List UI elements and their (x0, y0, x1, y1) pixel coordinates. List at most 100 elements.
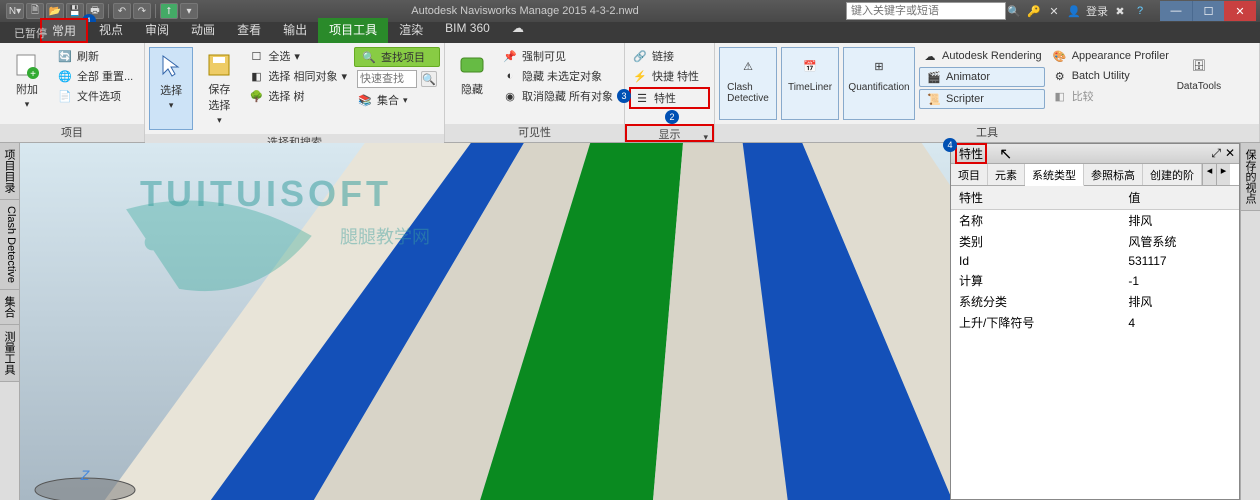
maximize-button[interactable]: ☐ (1192, 1, 1224, 21)
prop-row[interactable]: 上升/下降符号4 (951, 312, 1239, 333)
unhide-icon: ◉ (502, 88, 518, 104)
x-icon[interactable]: ✖ (1112, 3, 1128, 19)
datatools-button[interactable]: 🗄DataTools (1176, 47, 1222, 120)
panel-title-project: 项目 (0, 124, 144, 142)
autodesk-rendering-button[interactable]: ☁Autodesk Rendering (919, 47, 1045, 65)
ribbon-tab-6[interactable]: 项目工具 (318, 18, 388, 43)
find-icon: 🔍 (361, 49, 377, 65)
panel-visibility: 隐藏 📌强制可见 ◐隐藏 未选定对象 ◉取消隐藏 所有对象 可见性 (445, 43, 625, 142)
login-label[interactable]: 登录 (1086, 3, 1108, 19)
new-button[interactable]: 🗎 (26, 3, 44, 19)
app-menu-button[interactable]: N▾ (6, 3, 24, 19)
compare-button[interactable]: ◧比较 (1049, 87, 1172, 105)
prop-tab-nav-0[interactable]: ◂ (1202, 164, 1216, 185)
hide-unsel-icon: ◐ (502, 68, 518, 84)
animator-button[interactable]: 🎬Animator (919, 67, 1045, 87)
quick-find-input[interactable] (357, 70, 417, 88)
quantification-button[interactable]: ⊞Quantification (843, 47, 915, 120)
left-dock-tab-2[interactable]: 集合 (0, 290, 19, 325)
clash-detective-button[interactable]: ⚠Clash Detective (719, 47, 777, 120)
ribbon-tab-8[interactable]: BIM 360 (434, 18, 501, 43)
prop-tab-3[interactable]: 参照标高 (1084, 164, 1143, 185)
redo-button[interactable]: ↷ (133, 3, 151, 19)
selection-tree-button[interactable]: 🌳选择 树 (245, 87, 350, 105)
prop-row[interactable]: 类别风管系统 (951, 231, 1239, 252)
append-button[interactable]: + 附加▾ (4, 47, 50, 120)
badge-2: 2 (665, 110, 679, 124)
select-mode-button[interactable]: ⭡ (160, 3, 178, 19)
ribbon-tab-7[interactable]: 渲染 (388, 18, 434, 43)
panel-title-display: 显示▾ (625, 124, 714, 142)
key-icon[interactable]: 🔑 (1026, 3, 1042, 19)
quick-props-button[interactable]: ⚡快捷 特性 (629, 67, 710, 85)
links-button[interactable]: 🔗链接 (629, 47, 710, 65)
reset-all-button[interactable]: 🌐全部 重置... (54, 67, 136, 85)
properties-button[interactable]: ☰特性 (629, 87, 710, 109)
prop-row[interactable]: 名称排风 (951, 210, 1239, 232)
ribbon-tab-3[interactable]: 动画 (180, 18, 226, 43)
ribbon-tab-2[interactable]: 审阅 (134, 18, 180, 43)
select-same-icon: ◧ (248, 68, 264, 84)
properties-header[interactable]: 特性 ↖ 4 ⤢ ✕ (951, 144, 1239, 164)
infocenter-search[interactable] (846, 2, 1006, 20)
left-dock-tab-1[interactable]: Clash Detective (0, 200, 19, 290)
svg-text:Z: Z (80, 467, 90, 483)
hide-button[interactable]: 隐藏 (449, 47, 495, 120)
help-icon[interactable]: ? (1132, 3, 1148, 19)
file-options-button[interactable]: 📄文件选项 (54, 87, 136, 105)
appearance-icon: 🎨 (1052, 48, 1068, 64)
panel-pin-button[interactable]: ⤢ (1211, 146, 1221, 161)
select-same-button[interactable]: ◧选择 相同对象 ▾ (245, 67, 350, 85)
clash-icon: ⚠ (734, 52, 762, 80)
close-button[interactable]: ✕ (1224, 1, 1256, 21)
svg-text:+: + (30, 69, 36, 79)
ribbon-tab-4[interactable]: 查看 (226, 18, 272, 43)
prop-row[interactable]: Id531117 (951, 252, 1239, 270)
ribbon-tab-5[interactable]: 输出 (272, 18, 318, 43)
ribbon: + 附加▾ 🔄刷新 🌐全部 重置... 📄文件选项 项目 选择▾ 保存 选择▾ … (0, 43, 1260, 143)
compass-widget[interactable]: Z (30, 460, 140, 500)
user-icon[interactable]: 👤 (1066, 3, 1082, 19)
hide-unselected-button[interactable]: ◐隐藏 未选定对象 (499, 67, 616, 85)
batch-icon: ⚙ (1052, 68, 1068, 84)
right-dock-tab-0[interactable]: 保存的视点 (1241, 143, 1260, 211)
prop-tab-0[interactable]: 项目 (951, 164, 988, 185)
open-button[interactable]: 📂 (46, 3, 64, 19)
left-dock-tab-3[interactable]: 测量工具 (0, 325, 19, 382)
unhide-all-button[interactable]: ◉取消隐藏 所有对象 (499, 87, 616, 105)
render-icon: ☁ (922, 48, 938, 64)
save-selection-button[interactable]: 保存 选择▾ (197, 47, 241, 130)
qat-dropdown[interactable]: ▾ (180, 3, 198, 19)
appearance-profiler-button[interactable]: 🎨Appearance Profiler (1049, 47, 1172, 65)
prop-tab-nav-1[interactable]: ▸ (1216, 164, 1230, 185)
timeliner-button[interactable]: 📅TimeLiner (781, 47, 839, 120)
infocenter-icon[interactable]: 🔍 (1006, 3, 1022, 19)
quick-access-toolbar: N▾ 🗎 📂 💾 🖶 ↶ ↷ ⭡ ▾ (0, 3, 204, 19)
minimize-button[interactable]: — (1160, 1, 1192, 21)
refresh-button[interactable]: 🔄刷新 (54, 47, 136, 65)
batch-utility-button[interactable]: ⚙Batch Utility (1049, 67, 1172, 85)
left-dock-tab-0[interactable]: 项目目录 (0, 143, 19, 200)
sets-button[interactable]: 📚集合 ▾ (354, 91, 440, 109)
panel-close-button[interactable]: ✕ (1225, 146, 1235, 161)
properties-grid: 特性值 名称排风类别风管系统Id531117计算-1系统分类排风上升/下降符号4 (951, 186, 1239, 499)
exchange-icon[interactable]: ✕ (1046, 3, 1062, 19)
find-items-button[interactable]: 🔍查找项目 (354, 47, 440, 67)
prop-tab-1[interactable]: 元素 (988, 164, 1025, 185)
quick-find-go[interactable]: 🔍 (421, 71, 437, 87)
select-all-button[interactable]: ☐全选 ▾ (245, 47, 350, 65)
require-button[interactable]: 📌强制可见 (499, 47, 616, 65)
pin-icon: 📌 (502, 48, 518, 64)
save-button[interactable]: 💾 (66, 3, 84, 19)
ribbon-tab-cloud[interactable]: ☁ (501, 18, 535, 43)
prop-tab-2[interactable]: 系统类型 (1025, 164, 1084, 186)
select-button[interactable]: 选择▾ (149, 47, 193, 130)
scripter-button[interactable]: 📜Scripter (919, 89, 1045, 109)
prop-row[interactable]: 计算-1 (951, 270, 1239, 291)
select-all-icon: ☐ (248, 48, 264, 64)
undo-button[interactable]: ↶ (113, 3, 131, 19)
ribbon-tab-0[interactable]: 常用 (40, 18, 88, 43)
ribbon-tab-1[interactable]: 视点 (88, 18, 134, 43)
prop-tab-4[interactable]: 创建的阶 (1143, 164, 1202, 185)
prop-row[interactable]: 系统分类排风 (951, 291, 1239, 312)
